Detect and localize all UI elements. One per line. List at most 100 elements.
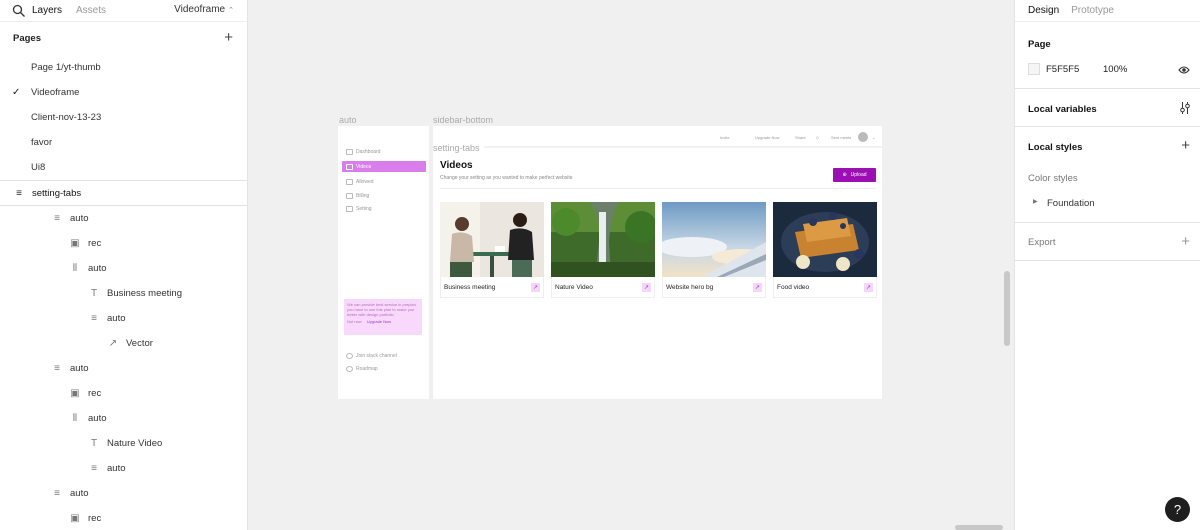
video-card-website[interactable]: Website hero bg ↗ <box>662 202 766 298</box>
card-title: Nature Video <box>555 283 593 291</box>
layer-row[interactable]: ≡ auto <box>0 206 247 231</box>
layer-row[interactable]: ≡ auto <box>0 481 247 506</box>
upload-button[interactable]: ⊕ Upload <box>833 168 876 182</box>
add-page-icon[interactable]: + <box>224 30 233 45</box>
layer-label: auto <box>107 313 126 324</box>
tab-assets[interactable]: Assets <box>76 5 106 16</box>
business-meeting-image <box>440 202 544 277</box>
mini-share[interactable]: Share <box>795 135 806 140</box>
layer-label: Nature Video <box>107 438 163 449</box>
promo-upgrade[interactable]: Upgrade Now <box>367 319 391 324</box>
layer-row[interactable]: ≡ auto <box>0 356 247 381</box>
mini-nav-dashboard[interactable]: Dashboard <box>342 146 426 157</box>
mini-nav-billing[interactable]: Billing <box>342 190 426 201</box>
layer-row[interactable]: ↗ Vector <box>0 331 247 356</box>
page-item-label: Ui8 <box>31 162 46 173</box>
mini-nav-roadmap[interactable]: Roadmap <box>342 363 426 374</box>
mini-nav-setting[interactable]: Setting <box>342 203 426 214</box>
tab-design[interactable]: Design <box>1028 5 1059 16</box>
layer-row[interactable]: ▣ rec <box>0 381 247 406</box>
video-card-nature[interactable]: Nature Video ↗ <box>551 202 655 298</box>
frame-label-setting-tabs[interactable]: setting-tabs <box>433 143 484 153</box>
local-styles-title: Local styles <box>1028 142 1083 153</box>
vertical-scrollbar[interactable] <box>1004 271 1010 346</box>
search-icon[interactable] <box>12 4 26 18</box>
layer-row[interactable]: T Business meeting <box>0 281 247 306</box>
pages-list: Page 1/yt-thumb ✓ Videoframe Client-nov-13-… <box>0 55 247 180</box>
image-icon: ▣ <box>70 238 80 249</box>
local-variables-section[interactable]: Local variables <box>1015 89 1200 127</box>
layer-row[interactable]: ▣ rec <box>0 231 247 256</box>
image-icon: ▣ <box>70 513 80 524</box>
bell-icon[interactable]: ◇ <box>816 135 819 140</box>
video-card-food[interactable]: Food video ↗ <box>773 202 877 298</box>
page-item[interactable]: Ui8 <box>0 155 247 180</box>
card-title: Business meeting <box>444 283 496 291</box>
layer-row[interactable]: ⦀ auto <box>0 256 247 281</box>
page-section: Page F5F5F5 100% <box>1015 22 1200 89</box>
arrow-up-right-icon[interactable]: ↗ <box>864 283 873 292</box>
mini-nav-videos[interactable]: Videos <box>342 161 426 172</box>
page-item[interactable]: Page 1/yt-thumb <box>0 55 247 80</box>
tab-prototype[interactable]: Prototype <box>1071 5 1114 16</box>
page-opacity-value[interactable]: 100% <box>1103 64 1127 75</box>
layer-row[interactable]: ≡ setting-tabs <box>0 181 247 206</box>
layers-list: ≡ setting-tabs ≡ auto ▣ rec ⦀ auto T Business mee… <box>0 180 247 530</box>
frame-label-auto[interactable]: auto <box>339 115 357 125</box>
arrow-up-right-icon[interactable]: ↗ <box>753 283 762 292</box>
upload-icon: ⊕ <box>842 172 847 178</box>
card-title: Website hero bg <box>666 283 714 291</box>
frame-main[interactable]: Invite Upgrade Now Share ◇ Sent meets ⌄ … <box>433 126 882 399</box>
foundation-style-group[interactable]: Foundation <box>1047 198 1095 209</box>
layer-row[interactable]: ▣ rec <box>0 506 247 530</box>
sliders-icon[interactable] <box>1180 102 1190 114</box>
caret-right-icon[interactable]: ▶ <box>1033 198 1038 205</box>
website-hero-image <box>662 202 766 277</box>
arrow-up-right-icon[interactable]: ↗ <box>531 283 540 292</box>
mini-nav-allowed[interactable]: Allowed <box>342 176 426 187</box>
layer-row[interactable]: T Nature Video <box>0 431 247 456</box>
layer-row[interactable]: ⦀ auto <box>0 406 247 431</box>
allowed-icon <box>346 178 353 185</box>
billing-icon <box>346 192 353 199</box>
horizontal-scrollbar[interactable] <box>955 525 1003 530</box>
auto-layout-vertical-icon: ≡ <box>91 313 97 324</box>
layer-row[interactable]: ≡ auto <box>0 456 247 481</box>
page-item[interactable]: favor <box>0 130 247 155</box>
canvas[interactable]: auto sidebar-bottom Dashboard Videos All… <box>248 0 1014 530</box>
auto-layout-vertical-icon: ≡ <box>54 213 60 224</box>
page-item[interactable]: ✓ Videoframe <box>0 80 247 105</box>
mini-upgrade[interactable]: Upgrade Now <box>755 135 779 140</box>
color-styles-label: Color styles <box>1028 173 1078 184</box>
mini-invite[interactable]: Invite <box>720 135 730 140</box>
tab-layers[interactable]: Layers <box>32 5 62 16</box>
layer-row[interactable]: ≡ auto <box>0 306 247 331</box>
arrow-up-right-icon[interactable]: ↗ <box>642 283 651 292</box>
nature-video-image <box>551 202 655 277</box>
chevron-down-icon[interactable]: ⌄ <box>872 135 875 140</box>
layer-label: auto <box>70 363 89 374</box>
mini-sent[interactable]: Sent meets <box>831 135 851 140</box>
avatar[interactable] <box>858 132 868 142</box>
auto-layout-vertical-icon: ≡ <box>54 488 60 499</box>
video-card-business[interactable]: Business meeting ↗ <box>440 202 544 298</box>
add-export-icon[interactable]: + <box>1181 234 1190 249</box>
mini-nav-slack[interactable]: Join slack channel <box>342 350 426 361</box>
pages-header: Pages + <box>0 22 247 55</box>
layer-label: setting-tabs <box>32 187 82 199</box>
layer-label: rec <box>88 388 102 399</box>
promo-card: We can provide best service in preplan y… <box>344 299 422 335</box>
add-style-icon[interactable]: + <box>1181 138 1190 153</box>
mini-nav-label: Join slack channel <box>356 352 397 359</box>
frame-auto[interactable]: Dashboard Videos Allowed Billing Setting… <box>338 126 429 399</box>
page-color-swatch[interactable] <box>1028 63 1040 75</box>
promo-not-now[interactable]: Not now <box>347 319 362 324</box>
layer-label: auto <box>70 488 89 499</box>
layer-label: auto <box>88 413 107 424</box>
page-item[interactable]: Client-nov-13-23 <box>0 105 247 130</box>
eye-icon[interactable] <box>1178 65 1190 75</box>
help-button[interactable]: ? <box>1165 497 1190 522</box>
page-color-value[interactable]: F5F5F5 <box>1046 64 1079 75</box>
frame-label-sidebar-bottom[interactable]: sidebar-bottom <box>433 115 493 125</box>
page-selector[interactable]: Videoframe ⌃ <box>174 4 234 15</box>
